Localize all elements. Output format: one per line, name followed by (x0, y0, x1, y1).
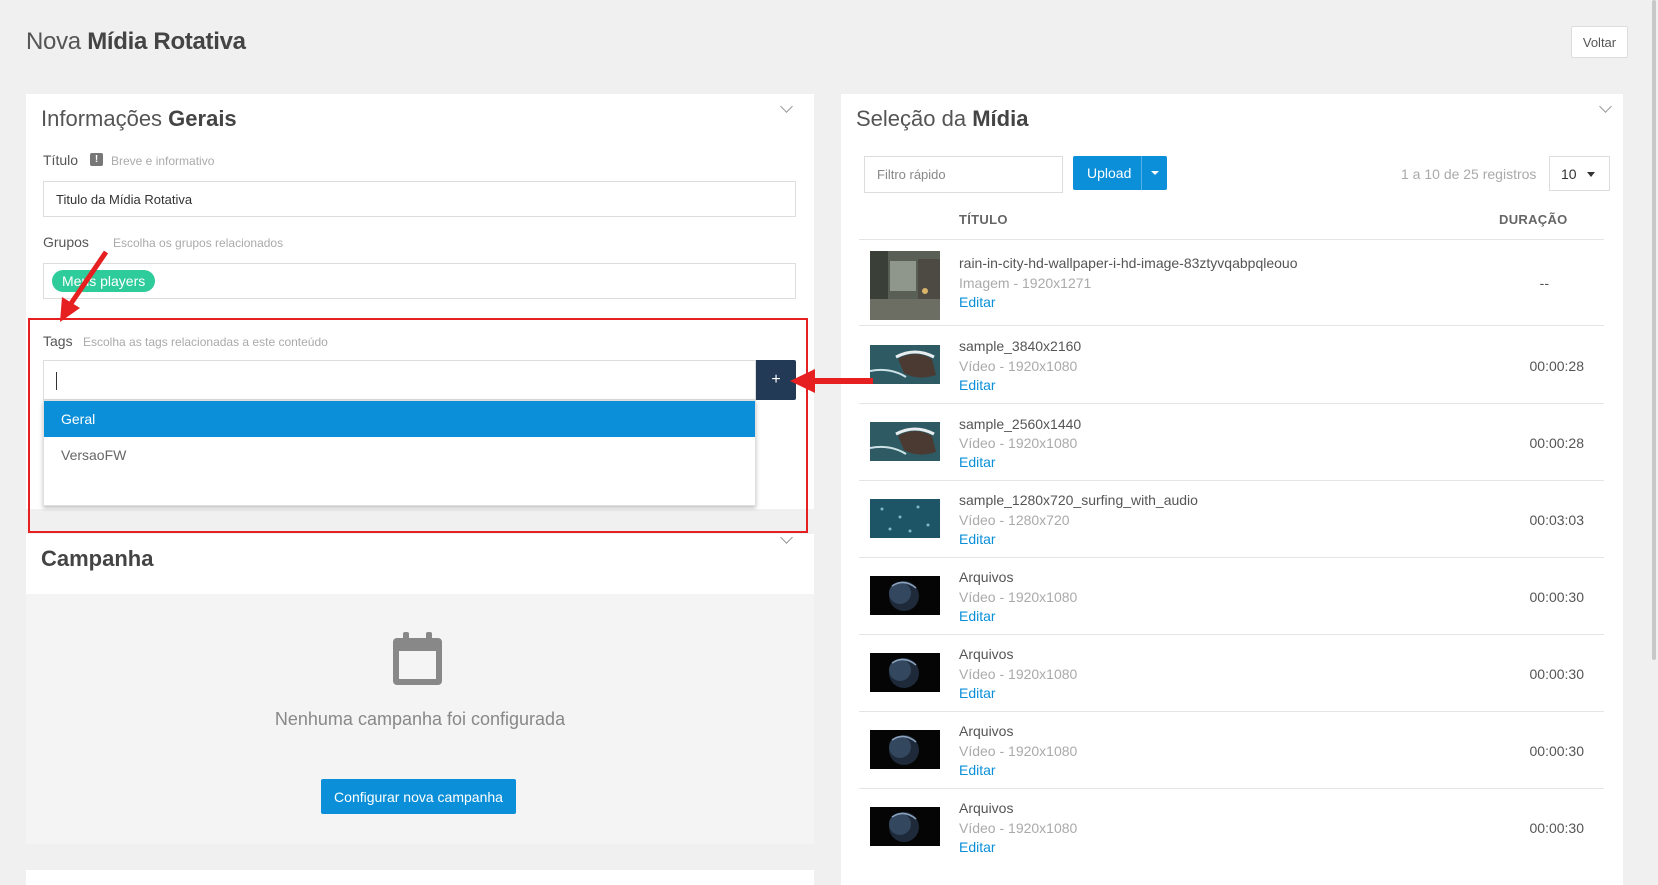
media-duration: 00:00:28 (1529, 435, 1585, 451)
edit-link[interactable]: Editar (959, 839, 996, 855)
page-scrollbar[interactable] (1652, 0, 1656, 660)
table-row[interactable]: Arquivos Vídeo - 1920x1080 Editar 00:00:… (859, 712, 1604, 789)
media-thumbnail (870, 499, 940, 538)
media-heading: Seleção da Mídia (856, 106, 1028, 132)
media-subtitle: Vídeo - 1920x1080 (959, 435, 1078, 451)
media-duration: 00:00:30 (1529, 820, 1585, 836)
media-subtitle: Vídeo - 1920x1080 (959, 358, 1078, 374)
title-label: Título (43, 152, 79, 168)
media-duration: 00:00:28 (1529, 358, 1585, 374)
media-subtitle: Vídeo - 1920x1080 (959, 666, 1078, 682)
record-count: 1 a 10 de 25 registros (1401, 166, 1537, 182)
media-subtitle: Vídeo - 1920x1080 (959, 589, 1078, 605)
media-title: sample_1280x720_surfing_with_audio (959, 492, 1198, 508)
page-title-light: Nova (26, 28, 88, 55)
back-button[interactable]: Voltar (1571, 26, 1628, 58)
page-header: Nova Mídia Rotativa Voltar (0, 0, 1658, 90)
media-title: sample_3840x2160 (959, 338, 1082, 354)
groups-hint: Escolha os grupos relacionados (113, 236, 284, 250)
media-thumbnail (870, 807, 940, 846)
media-thumbnail (870, 730, 940, 769)
page-title-bold: Mídia Rotativa (87, 28, 246, 55)
page-size-select[interactable]: 10 (1549, 156, 1610, 191)
table-row[interactable]: rain-in-city-hd-wallpaper-i-hd-image-83z… (859, 240, 1604, 326)
media-title: Arquivos (959, 569, 1014, 585)
media-thumbnail (870, 576, 940, 615)
general-info-heading: Informações Gerais (41, 106, 237, 132)
campaign-heading: Campanha (41, 546, 154, 571)
table-row[interactable]: Arquivos Vídeo - 1920x1080 Editar 00:00:… (859, 789, 1604, 885)
media-heading-light: Seleção da (856, 106, 973, 131)
media-thumbnail (870, 345, 940, 384)
media-duration: 00:00:30 (1529, 666, 1585, 682)
media-subtitle: Vídeo - 1920x1080 (959, 820, 1078, 836)
media-thumbnail (870, 422, 940, 461)
chevron-down-icon[interactable] (1599, 100, 1612, 113)
media-title: rain-in-city-hd-wallpaper-i-hd-image-83z… (959, 255, 1298, 271)
media-duration: 00:00:30 (1529, 743, 1585, 759)
media-heading-bold: Mídia (972, 106, 1029, 131)
media-thumbnail (870, 251, 940, 320)
upload-button[interactable]: Upload (1073, 156, 1167, 190)
chevron-down-icon[interactable] (780, 531, 793, 544)
media-subtitle: Vídeo - 1920x1080 (959, 743, 1078, 759)
upload-label: Upload (1087, 165, 1132, 181)
edit-link[interactable]: Editar (959, 762, 996, 778)
table-row[interactable]: sample_1280x720_surfing_with_audio Vídeo… (859, 481, 1604, 558)
media-selection-panel: Seleção da Mídia Filtro rápido Upload 1 … (841, 94, 1623, 885)
column-title[interactable]: TÍTULO (959, 212, 1008, 227)
media-title: sample_2560x1440 (959, 416, 1082, 432)
configure-campaign-button[interactable]: Configurar nova campanha (321, 779, 516, 814)
exclamation-icon: ! (90, 153, 103, 166)
media-title: Arquivos (959, 646, 1014, 662)
edit-link[interactable]: Editar (959, 377, 996, 393)
media-subtitle: Imagem - 1920x1271 (959, 275, 1092, 291)
edit-link[interactable]: Editar (959, 685, 996, 701)
media-duration: -- (1539, 275, 1549, 291)
edit-link[interactable]: Editar (959, 608, 996, 624)
table-row[interactable]: Arquivos Vídeo - 1920x1080 Editar 00:00:… (859, 558, 1604, 635)
media-subtitle: Vídeo - 1280x720 (959, 512, 1070, 528)
table-row[interactable]: Arquivos Vídeo - 1920x1080 Editar 00:00:… (859, 635, 1604, 712)
groups-input[interactable] (43, 263, 796, 299)
campaign-panel: Campanha Nenhuma campanha foi configurad… (26, 531, 814, 844)
media-thumbnail (870, 653, 940, 692)
next-panel (26, 870, 814, 885)
table-row[interactable]: sample_3840x2160 Vídeo - 1920x1080 Edita… (859, 326, 1604, 404)
edit-link[interactable]: Editar (959, 294, 996, 310)
campaign-empty-text: Nenhuma campanha foi configurada (274, 709, 566, 729)
campaign-header: Campanha (26, 531, 814, 594)
media-duration: 00:03:03 (1529, 512, 1585, 528)
general-info-heading-bold: Gerais (168, 106, 237, 131)
media-title: Arquivos (959, 800, 1014, 816)
upload-menu-toggle[interactable] (1141, 156, 1167, 190)
search-input[interactable]: Filtro rápido (864, 156, 1063, 193)
column-duration[interactable]: DURAÇÃO (1499, 212, 1568, 227)
annotation-highlight-box (28, 318, 808, 533)
caret-down-icon (1587, 172, 1595, 177)
media-duration: 00:00:30 (1529, 589, 1585, 605)
edit-link[interactable]: Editar (959, 454, 996, 470)
media-title: Arquivos (959, 723, 1014, 739)
page-size-value: 10 (1561, 165, 1577, 182)
general-info-heading-light: Informações (41, 106, 169, 131)
caret-down-icon (1151, 171, 1159, 175)
edit-link[interactable]: Editar (959, 531, 996, 547)
page-title: Nova Mídia Rotativa (26, 28, 246, 56)
table-row[interactable]: sample_2560x1440 Vídeo - 1920x1080 Edita… (859, 404, 1604, 481)
group-chip[interactable]: Meus players (52, 270, 156, 292)
groups-label: Grupos (43, 234, 89, 250)
chevron-down-icon[interactable] (780, 100, 793, 113)
calendar-icon (393, 632, 442, 685)
title-hint: Breve e informativo (111, 154, 215, 168)
title-input[interactable]: Titulo da Mídia Rotativa (43, 181, 796, 217)
